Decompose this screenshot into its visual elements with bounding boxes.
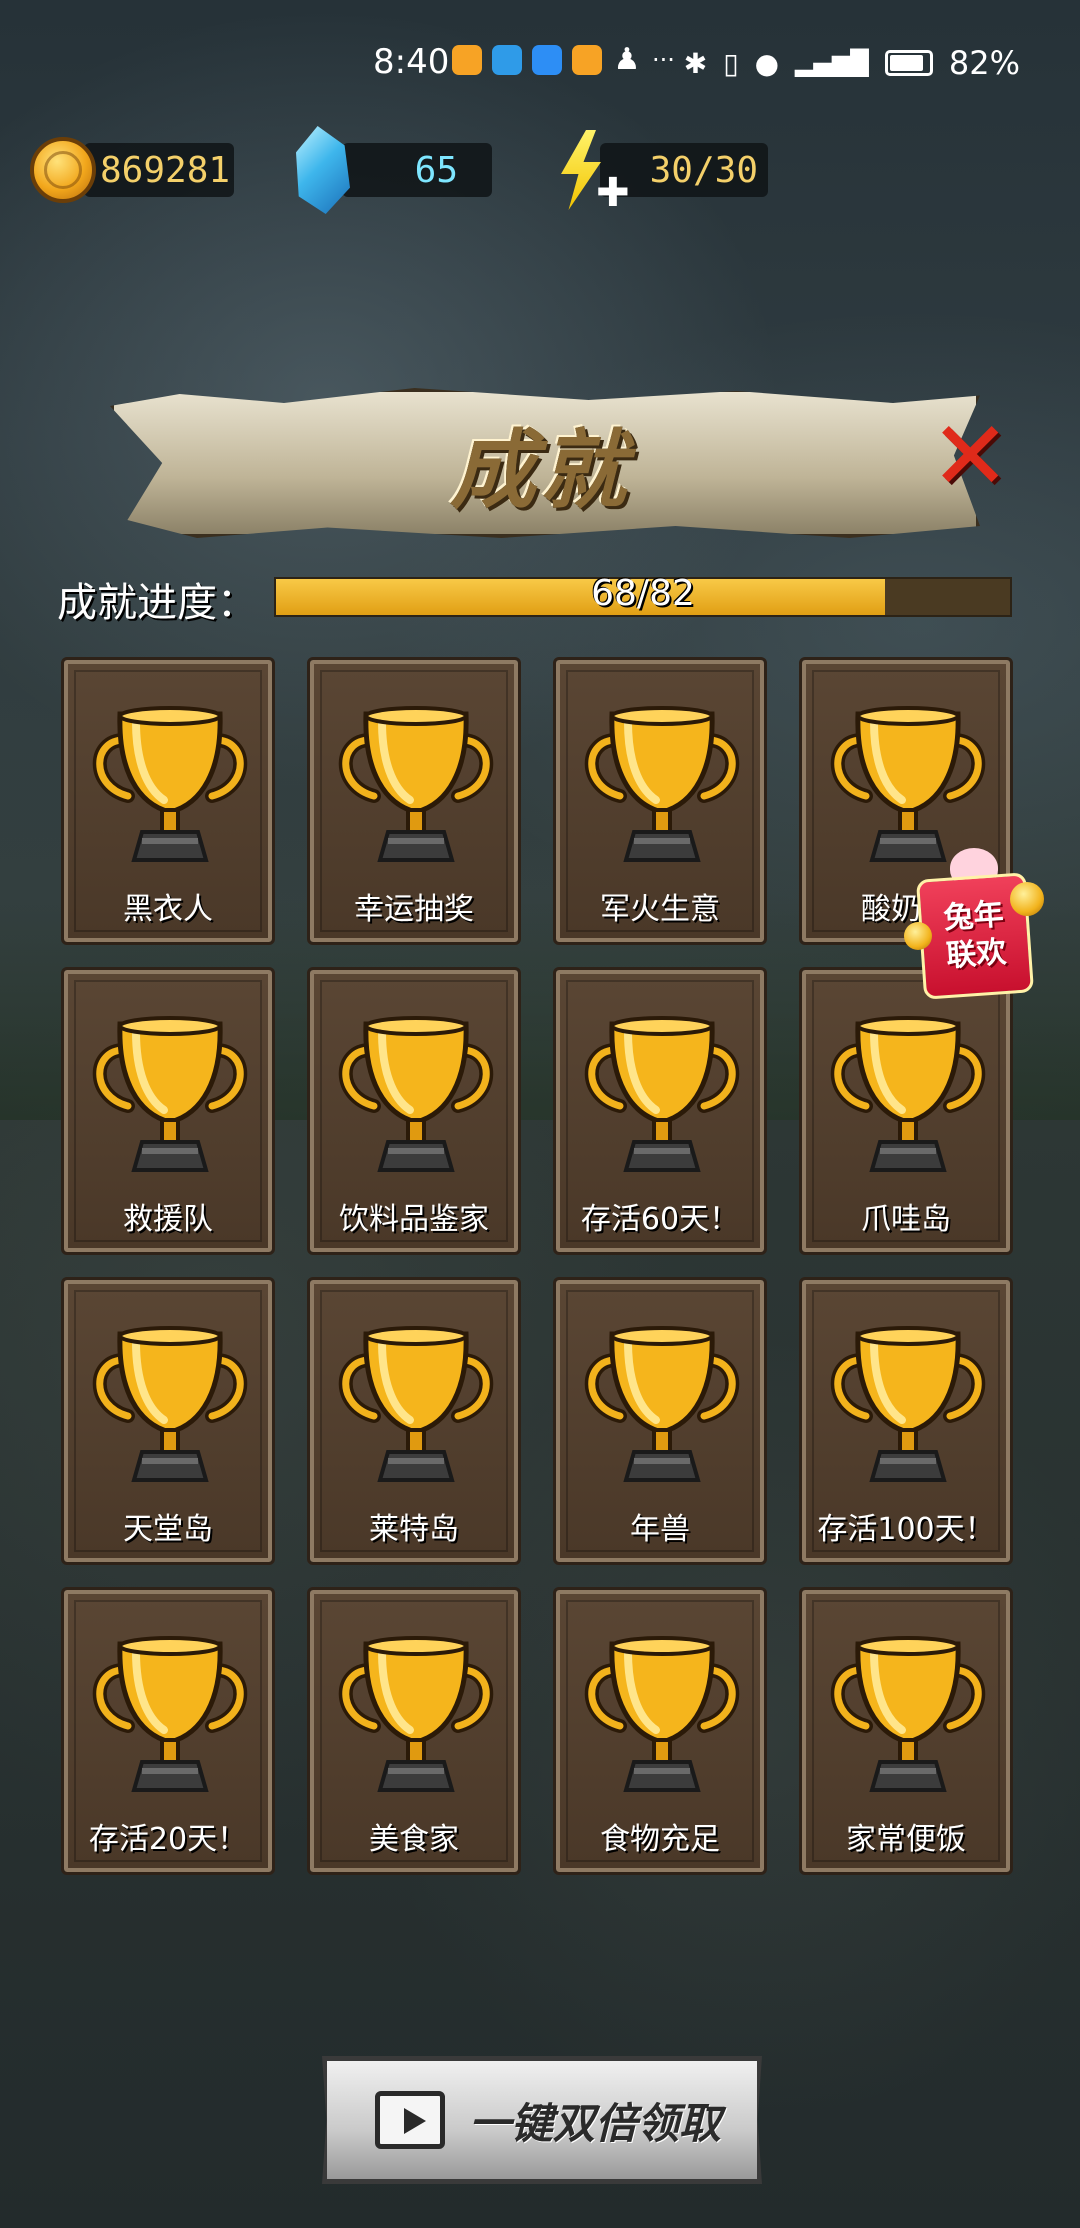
browser-app-icon [492, 45, 522, 75]
achievement-card[interactable]: 幸运抽奖 [307, 657, 521, 945]
battery-icon [884, 50, 933, 76]
trophy-icon [328, 1320, 504, 1490]
achievement-card[interactable]: 存活100天！ [799, 1277, 1013, 1565]
close-button[interactable]: ✕ [930, 408, 1010, 504]
energy-amount: 30/30 [649, 149, 758, 191]
achievement-card[interactable]: 军火生意 [553, 657, 767, 945]
achievement-card[interactable]: 食物充足 [553, 1587, 767, 1875]
achievement-card[interactable]: 饮料品鉴家 [307, 967, 521, 1255]
more-icon: ··· [652, 46, 675, 74]
trophy-icon [820, 700, 996, 870]
location-icon: ● [754, 46, 780, 80]
trophy-icon [820, 1630, 996, 1800]
achievement-name: 幸运抽奖 [354, 892, 474, 927]
claim-button-label: 一键双倍领取 [469, 2098, 722, 2148]
status-indicators: ✱ ▯ ● ▂▄▆█ 82% [684, 44, 1020, 82]
achievement-card[interactable]: 年兽 [553, 1277, 767, 1565]
promo-coin-icon [1010, 882, 1044, 916]
achievement-name: 存活20天！ [88, 1822, 248, 1857]
gold-coin-icon [30, 137, 96, 203]
trophy-icon [328, 700, 504, 870]
trophy-icon [82, 1630, 258, 1800]
status-bar: 8:40 ♟ ··· ✱ ▯ ● ▂▄▆█ 82% [0, 30, 1080, 96]
achievement-name: 饮料品鉴家 [339, 1202, 489, 1237]
achievement-name: 莱特岛 [369, 1512, 459, 1547]
trophy-icon [328, 1630, 504, 1800]
achievement-name: 食物充足 [600, 1822, 720, 1857]
achievement-card[interactable]: 莱特岛 [307, 1277, 521, 1565]
achievement-grid: 黑衣人 幸运抽奖 军火生意 酸奶爱 救援队 饮料品鉴家 存活60天！ 爪哇岛 天… [61, 657, 1014, 1875]
page-title: 成就 [450, 421, 630, 521]
video-play-icon [375, 2091, 445, 2149]
trophy-icon [574, 700, 750, 870]
promo-line2: 联欢 [945, 934, 1008, 975]
achievement-card[interactable]: 黑衣人 [61, 657, 275, 945]
achievement-card[interactable]: 美食家 [307, 1587, 521, 1875]
achievement-name: 存活100天！ [817, 1512, 995, 1547]
achievement-name: 爪哇岛 [861, 1202, 951, 1237]
trophy-icon [82, 1320, 258, 1490]
progress-label: 成就进度： [57, 580, 257, 626]
achievement-name: 家常便饭 [846, 1822, 966, 1857]
achievement-card[interactable]: 家常便饭 [799, 1587, 1013, 1875]
achievement-progress-bar: 68/82 [274, 573, 1012, 617]
achievement-name: 存活60天！ [580, 1202, 740, 1237]
trophy-icon [574, 1010, 750, 1180]
trophy-icon [82, 1010, 258, 1180]
trophy-icon [574, 1630, 750, 1800]
achievement-card[interactable]: 天堂岛 [61, 1277, 275, 1565]
promo-line1: 兔年 [942, 896, 1005, 937]
gem-resource: 65 [296, 126, 492, 214]
achievement-card[interactable]: 存活60天！ [553, 967, 767, 1255]
promo-coin-icon [904, 922, 932, 950]
signal-5g-icon: ▂▄▆█ [795, 49, 869, 77]
trophy-icon [820, 1010, 996, 1180]
achievement-name: 年兽 [630, 1512, 690, 1547]
qq-icon: ♟ [613, 42, 641, 77]
gold-resource: 869281 [30, 137, 234, 203]
trophy-icon [328, 1010, 504, 1180]
achievement-card[interactable]: 爪哇岛 [799, 967, 1013, 1255]
achievement-name: 天堂岛 [123, 1512, 213, 1547]
progress-text: 68/82 [591, 573, 695, 614]
status-app-icons: ♟ ··· [452, 45, 682, 75]
weather-app-icon [532, 45, 562, 75]
achievement-card[interactable]: 存活20天！ [61, 1587, 275, 1875]
trophy-icon [82, 700, 258, 870]
add-energy-icon[interactable]: ✚ [596, 170, 630, 216]
battery-percent: 82% [948, 44, 1020, 82]
status-time: 8:40 [373, 42, 450, 82]
vibrate-icon: ▯ [723, 46, 739, 80]
achievement-card[interactable]: 救援队 [61, 967, 275, 1255]
weibo-app-icon [452, 45, 482, 75]
bluetooth-icon: ✱ [683, 46, 708, 80]
achievement-name: 黑衣人 [123, 892, 213, 927]
achievement-name: 美食家 [369, 1822, 459, 1857]
taobao-app-icon [572, 45, 602, 75]
trophy-icon [820, 1320, 996, 1490]
double-claim-button[interactable]: 一键双倍领取 [322, 2056, 762, 2184]
achievement-name: 救援队 [123, 1202, 213, 1237]
gem-amount: 65 [414, 149, 458, 191]
gold-amount: 869281 [100, 149, 231, 191]
energy-resource[interactable]: ✚ 30/30 [556, 130, 768, 216]
trophy-icon [574, 1320, 750, 1490]
achievement-name: 军火生意 [600, 892, 720, 927]
